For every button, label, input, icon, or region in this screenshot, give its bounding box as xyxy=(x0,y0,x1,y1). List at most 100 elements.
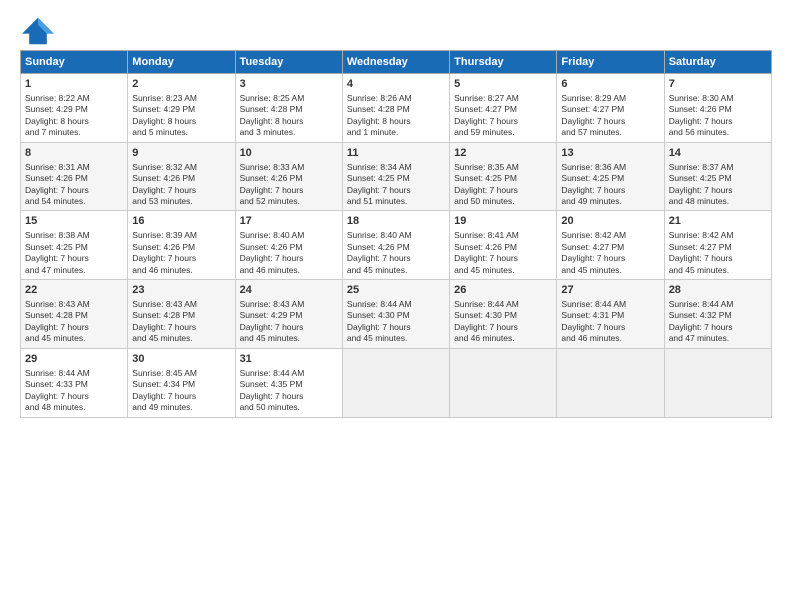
day-cell: 31Sunrise: 8:44 AMSunset: 4:35 PMDayligh… xyxy=(235,348,342,417)
day-cell: 13Sunrise: 8:36 AMSunset: 4:25 PMDayligh… xyxy=(557,142,664,211)
col-header-monday: Monday xyxy=(128,51,235,74)
day-info: Sunrise: 8:44 AM xyxy=(240,368,338,379)
day-info: Sunset: 4:28 PM xyxy=(347,104,445,115)
day-info: Sunrise: 8:23 AM xyxy=(132,93,230,104)
day-info: Daylight: 7 hours xyxy=(561,116,659,127)
day-info: and 47 minutes. xyxy=(669,333,767,344)
day-info: and 45 minutes. xyxy=(454,265,552,276)
week-row-3: 15Sunrise: 8:38 AMSunset: 4:25 PMDayligh… xyxy=(21,211,772,280)
day-cell xyxy=(664,348,771,417)
day-info: Daylight: 7 hours xyxy=(347,253,445,264)
day-cell: 3Sunrise: 8:25 AMSunset: 4:28 PMDaylight… xyxy=(235,74,342,143)
day-cell xyxy=(342,348,449,417)
day-number: 7 xyxy=(669,77,767,92)
day-number: 2 xyxy=(132,77,230,92)
day-cell: 10Sunrise: 8:33 AMSunset: 4:26 PMDayligh… xyxy=(235,142,342,211)
day-info: Sunset: 4:25 PM xyxy=(561,173,659,184)
day-info: Daylight: 7 hours xyxy=(454,253,552,264)
day-info: Daylight: 7 hours xyxy=(561,185,659,196)
day-info: Sunrise: 8:43 AM xyxy=(25,299,123,310)
day-cell: 4Sunrise: 8:26 AMSunset: 4:28 PMDaylight… xyxy=(342,74,449,143)
day-info: Sunset: 4:27 PM xyxy=(561,104,659,115)
day-cell: 18Sunrise: 8:40 AMSunset: 4:26 PMDayligh… xyxy=(342,211,449,280)
day-info: Daylight: 7 hours xyxy=(240,391,338,402)
day-info: and 50 minutes. xyxy=(240,402,338,413)
day-info: and 46 minutes. xyxy=(454,333,552,344)
day-info: Sunset: 4:26 PM xyxy=(25,173,123,184)
day-number: 22 xyxy=(25,283,123,298)
day-info: Sunrise: 8:43 AM xyxy=(132,299,230,310)
day-info: and 56 minutes. xyxy=(669,127,767,138)
week-row-2: 8Sunrise: 8:31 AMSunset: 4:26 PMDaylight… xyxy=(21,142,772,211)
day-info: Daylight: 7 hours xyxy=(25,391,123,402)
day-cell: 29Sunrise: 8:44 AMSunset: 4:33 PMDayligh… xyxy=(21,348,128,417)
day-cell: 11Sunrise: 8:34 AMSunset: 4:25 PMDayligh… xyxy=(342,142,449,211)
day-cell: 24Sunrise: 8:43 AMSunset: 4:29 PMDayligh… xyxy=(235,280,342,349)
day-info: and 45 minutes. xyxy=(132,333,230,344)
day-cell: 2Sunrise: 8:23 AMSunset: 4:29 PMDaylight… xyxy=(128,74,235,143)
day-info: Sunrise: 8:41 AM xyxy=(454,230,552,241)
day-number: 21 xyxy=(669,214,767,229)
day-info: and 51 minutes. xyxy=(347,196,445,207)
day-info: Daylight: 7 hours xyxy=(561,322,659,333)
day-info: Sunrise: 8:33 AM xyxy=(240,162,338,173)
day-info: Daylight: 7 hours xyxy=(25,185,123,196)
day-info: Sunrise: 8:26 AM xyxy=(347,93,445,104)
day-info: and 52 minutes. xyxy=(240,196,338,207)
day-cell: 15Sunrise: 8:38 AMSunset: 4:25 PMDayligh… xyxy=(21,211,128,280)
day-info: Sunrise: 8:43 AM xyxy=(240,299,338,310)
day-info: Sunset: 4:31 PM xyxy=(561,310,659,321)
day-info: Sunrise: 8:37 AM xyxy=(669,162,767,173)
day-cell xyxy=(450,348,557,417)
day-info: Daylight: 7 hours xyxy=(132,322,230,333)
day-info: Daylight: 8 hours xyxy=(240,116,338,127)
day-info: and 46 minutes. xyxy=(561,333,659,344)
day-number: 13 xyxy=(561,146,659,161)
day-cell: 26Sunrise: 8:44 AMSunset: 4:30 PMDayligh… xyxy=(450,280,557,349)
day-info: Sunset: 4:26 PM xyxy=(132,242,230,253)
day-cell: 21Sunrise: 8:42 AMSunset: 4:27 PMDayligh… xyxy=(664,211,771,280)
day-number: 1 xyxy=(25,77,123,92)
day-info: Sunset: 4:35 PM xyxy=(240,379,338,390)
day-info: Sunset: 4:27 PM xyxy=(561,242,659,253)
day-info: and 3 minutes. xyxy=(240,127,338,138)
day-info: Sunset: 4:25 PM xyxy=(347,173,445,184)
day-info: Sunset: 4:32 PM xyxy=(669,310,767,321)
day-info: Daylight: 7 hours xyxy=(132,253,230,264)
day-cell: 6Sunrise: 8:29 AMSunset: 4:27 PMDaylight… xyxy=(557,74,664,143)
day-info: and 53 minutes. xyxy=(132,196,230,207)
day-number: 5 xyxy=(454,77,552,92)
day-info: Sunrise: 8:42 AM xyxy=(669,230,767,241)
day-number: 12 xyxy=(454,146,552,161)
day-info: Daylight: 7 hours xyxy=(454,116,552,127)
day-info: Daylight: 7 hours xyxy=(240,185,338,196)
day-number: 4 xyxy=(347,77,445,92)
day-info: Sunrise: 8:40 AM xyxy=(240,230,338,241)
day-info: Sunrise: 8:31 AM xyxy=(25,162,123,173)
day-number: 18 xyxy=(347,214,445,229)
logo xyxy=(20,16,60,46)
day-info: Sunrise: 8:36 AM xyxy=(561,162,659,173)
day-info: Sunrise: 8:39 AM xyxy=(132,230,230,241)
header xyxy=(20,16,772,46)
day-info: Daylight: 7 hours xyxy=(454,322,552,333)
day-info: Sunset: 4:28 PM xyxy=(240,104,338,115)
day-info: and 59 minutes. xyxy=(454,127,552,138)
day-info: Sunset: 4:26 PM xyxy=(240,173,338,184)
week-row-4: 22Sunrise: 8:43 AMSunset: 4:28 PMDayligh… xyxy=(21,280,772,349)
calendar-header-row: SundayMondayTuesdayWednesdayThursdayFrid… xyxy=(21,51,772,74)
day-info: and 49 minutes. xyxy=(561,196,659,207)
day-info: Sunrise: 8:35 AM xyxy=(454,162,552,173)
day-cell: 19Sunrise: 8:41 AMSunset: 4:26 PMDayligh… xyxy=(450,211,557,280)
col-header-tuesday: Tuesday xyxy=(235,51,342,74)
calendar-table: SundayMondayTuesdayWednesdayThursdayFrid… xyxy=(20,50,772,418)
day-info: Sunrise: 8:25 AM xyxy=(240,93,338,104)
day-cell xyxy=(557,348,664,417)
day-number: 14 xyxy=(669,146,767,161)
day-info: and 45 minutes. xyxy=(347,265,445,276)
day-info: Sunset: 4:27 PM xyxy=(669,242,767,253)
day-info: Sunrise: 8:30 AM xyxy=(669,93,767,104)
day-number: 19 xyxy=(454,214,552,229)
day-info: Sunrise: 8:42 AM xyxy=(561,230,659,241)
day-info: Daylight: 7 hours xyxy=(25,322,123,333)
